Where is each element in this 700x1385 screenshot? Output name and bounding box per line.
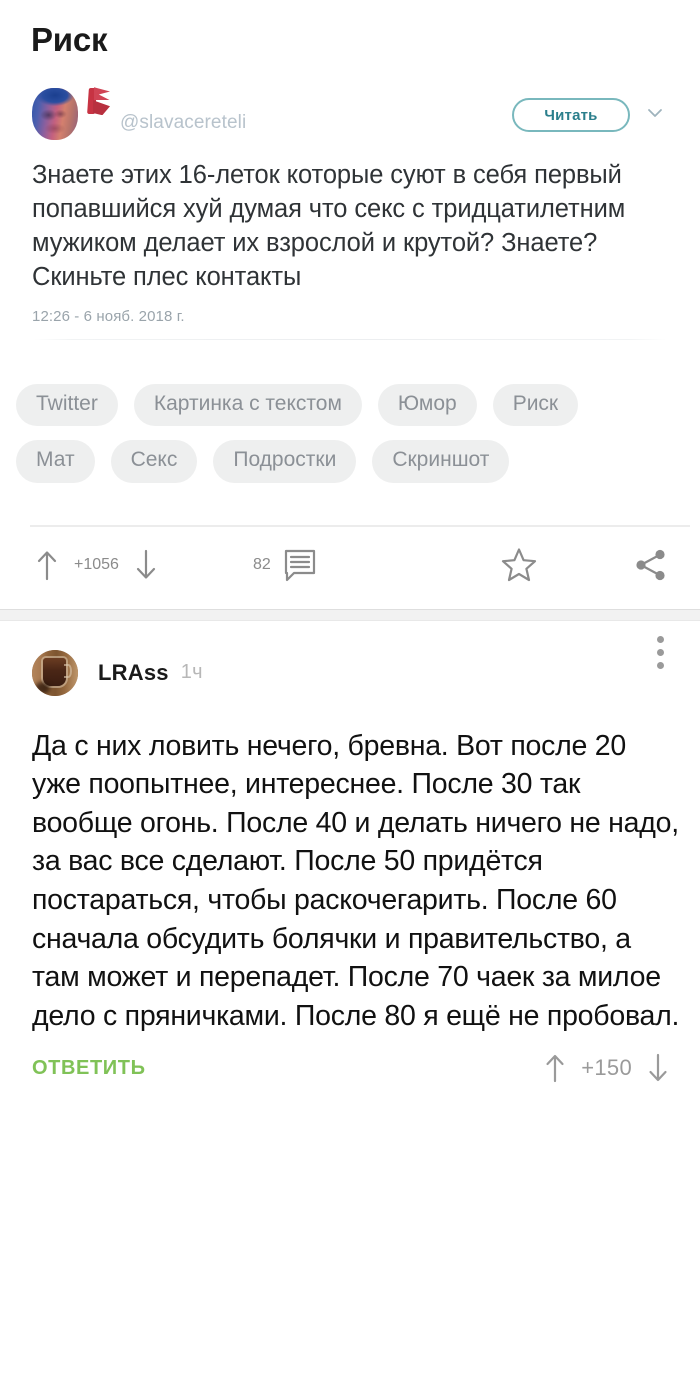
tag-item[interactable]: Скриншот bbox=[372, 440, 510, 483]
comment-count-group[interactable]: 82 bbox=[253, 548, 317, 582]
arrow-down-icon[interactable] bbox=[133, 548, 159, 582]
tweet-text: Знаете этих 16-леток которые суют в себя… bbox=[32, 161, 626, 292]
tag-item[interactable]: Картинка с текстом bbox=[133, 384, 362, 427]
share-button[interactable] bbox=[634, 548, 668, 582]
verified-badge-icon bbox=[86, 86, 112, 116]
comment-container: LRAss 1ч Да с них ловить нечего, бревна.… bbox=[0, 621, 700, 1086]
twitter-avatar-face-icon bbox=[32, 88, 78, 141]
comment-icon[interactable] bbox=[283, 548, 317, 582]
comment-footer: ОТВЕТИТЬ +150 bbox=[0, 1035, 700, 1085]
favorite-button[interactable] bbox=[500, 546, 538, 584]
user-avatar-mug-icon[interactable] bbox=[32, 649, 78, 696]
post-container: Риск @slavacereteli Читать Знаете этих 1… bbox=[0, 0, 700, 603]
comment-count: 82 bbox=[252, 555, 271, 573]
comment-text: Да с них ловить нечего, бревна. Вот посл… bbox=[32, 729, 680, 1032]
comment-vote-group: +150 bbox=[543, 1052, 670, 1084]
tag-list: Twitter Картинка с текстом Юмор Риск Мат… bbox=[0, 340, 700, 483]
tag-item[interactable]: Подростки bbox=[213, 440, 357, 483]
post-action-bar: +1056 82 bbox=[0, 527, 700, 603]
more-vertical-icon[interactable] bbox=[646, 631, 674, 675]
read-button[interactable]: Читать bbox=[512, 98, 630, 133]
comment-username[interactable]: LRAss bbox=[98, 660, 169, 686]
post-page: Риск @slavacereteli Читать Знаете этих 1… bbox=[0, 0, 700, 1385]
page-title: Риск bbox=[31, 21, 108, 58]
comment-rating: +150 bbox=[581, 1055, 632, 1081]
arrow-down-icon[interactable] bbox=[646, 1052, 670, 1084]
tweet-header: @slavacereteli Читать bbox=[18, 84, 682, 150]
arrow-up-icon[interactable] bbox=[543, 1052, 567, 1084]
chevron-down-icon[interactable] bbox=[646, 104, 664, 122]
post-vote-group: +1056 bbox=[34, 548, 159, 582]
star-icon bbox=[501, 547, 537, 581]
comment-timestamp: 1ч bbox=[180, 661, 203, 684]
tag-item[interactable]: Мат bbox=[16, 440, 95, 483]
tag-item[interactable]: Юмор bbox=[377, 384, 477, 427]
tag-item[interactable]: Риск bbox=[492, 384, 579, 427]
reply-button[interactable]: ОТВЕТИТЬ bbox=[32, 1057, 146, 1080]
tweet-timestamp: 12:26 - 6 нояб. 2018 г. bbox=[32, 308, 185, 326]
share-icon bbox=[636, 549, 665, 580]
tweet-handle[interactable]: @slavacereteli bbox=[120, 112, 246, 134]
tag-item[interactable]: Twitter bbox=[16, 384, 118, 427]
arrow-up-icon[interactable] bbox=[34, 548, 60, 582]
comment-header: LRAss 1ч bbox=[0, 649, 700, 696]
post-rating: +1056 bbox=[74, 555, 119, 573]
section-separator bbox=[0, 608, 700, 621]
tweet-screenshot[interactable]: @slavacereteli Читать Знаете этих 16-лет… bbox=[0, 84, 700, 341]
tag-item[interactable]: Секс bbox=[110, 440, 198, 483]
